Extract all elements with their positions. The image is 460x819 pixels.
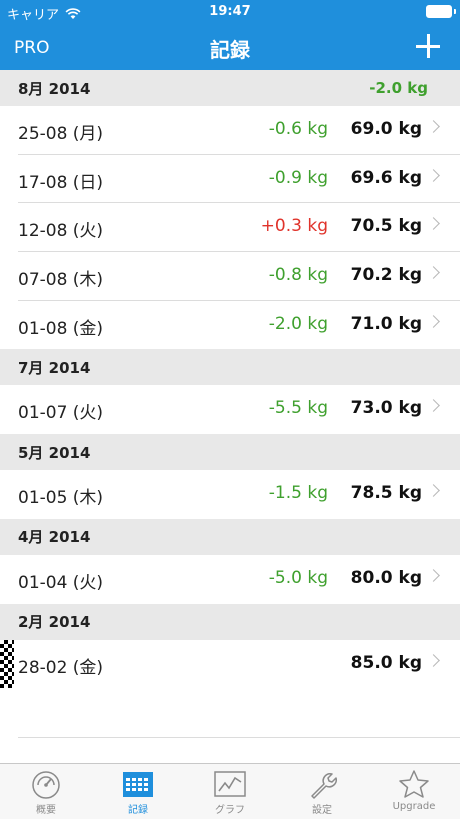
record-row[interactable]: 25-08 (月) -0.6 kg 69.0 kg	[0, 106, 460, 155]
record-date: 01-04 (火)	[18, 572, 104, 593]
tab-records[interactable]: 記録	[92, 764, 184, 819]
header: キャリア 19:47 PRO 記録	[0, 0, 460, 70]
record-weight: 69.6 kg	[350, 167, 422, 188]
section-title: 8月 2014	[18, 79, 91, 98]
divider	[18, 737, 460, 738]
record-date: 12-08 (火)	[18, 221, 104, 242]
record-date: 07-08 (木)	[18, 270, 104, 291]
wrench-icon	[311, 773, 337, 799]
chevron-right-icon	[427, 399, 440, 413]
record-date: 25-08 (月)	[18, 124, 104, 144]
section-delta: -2.0 kg	[369, 79, 428, 97]
chevron-right-icon	[427, 568, 440, 582]
record-row[interactable]: 07-08 (木) -0.8 kg 70.2 kg	[0, 252, 460, 301]
record-date: 28-02 (金)	[18, 657, 104, 678]
clock: 19:47	[209, 4, 251, 19]
status-bar: キャリア 19:47	[0, 0, 460, 24]
tab-graph[interactable]: グラフ	[184, 764, 276, 819]
record-date: 01-08 (金)	[18, 318, 104, 339]
record-row[interactable]: 12-08 (火) +0.3 kg 70.5 kg	[0, 203, 460, 253]
record-delta: -5.5 kg	[268, 398, 328, 419]
chevron-right-icon	[427, 484, 440, 497]
page-title: 記録	[210, 38, 250, 62]
graph-icon	[214, 771, 246, 797]
section-header: 4月 2014	[0, 518, 460, 555]
record-row[interactable]: 01-08 (金) -2.0 kg 71.0 kg	[0, 300, 460, 350]
star-icon	[399, 770, 429, 798]
tab-bar: 概要 記録 グラフ 設定 Upgrade	[0, 763, 460, 819]
tab-overview[interactable]: 概要	[0, 764, 92, 819]
record-delta: -0.6 kg	[268, 119, 328, 139]
start-flag-marker	[0, 639, 14, 688]
gauge-icon	[32, 771, 60, 799]
record-date: 01-07 (火)	[18, 403, 104, 424]
record-delta: -1.5 kg	[268, 483, 328, 504]
record-list: 8月 2014 -2.0 kg 25-08 (月) -0.6 kg 69.0 kg 17-…	[0, 70, 460, 689]
record-weight: 85.0 kg	[350, 652, 422, 673]
chevron-right-icon	[427, 266, 440, 279]
record-delta: -0.8 kg	[268, 265, 328, 286]
record-row[interactable]: 01-07 (火) -5.5 kg 73.0 kg	[0, 385, 460, 435]
section-title: 2月 2014	[18, 613, 91, 631]
chevron-right-icon	[427, 120, 440, 133]
section-header: 7月 2014	[0, 349, 460, 386]
record-weight: 70.2 kg	[350, 265, 422, 286]
tab-label-overview: 概要	[36, 805, 56, 816]
record-delta: -2.0 kg	[268, 313, 328, 334]
tab-label-graph: グラフ	[215, 805, 245, 816]
chevron-right-icon	[427, 168, 440, 182]
tab-label-upgrade: Upgrade	[392, 801, 436, 812]
tab-label-records: 記録	[128, 805, 148, 816]
section-title: 5月 2014	[18, 443, 91, 462]
add-icon[interactable]	[416, 34, 440, 58]
record-row[interactable]: 01-05 (木) -1.5 kg 78.5 kg	[0, 470, 460, 519]
record-weight: 73.0 kg	[350, 398, 422, 419]
section-header: 2月 2014	[0, 603, 460, 640]
tab-upgrade[interactable]: Upgrade	[368, 764, 460, 819]
chevron-right-icon	[427, 314, 440, 328]
record-delta: -5.0 kg	[268, 567, 328, 588]
record-weight: 71.0 kg	[350, 313, 422, 334]
record-date: 01-05 (木)	[18, 488, 104, 509]
section-header: 8月 2014 -2.0 kg	[0, 70, 460, 106]
record-row[interactable]: 28-02 (金) 85.0 kg	[0, 639, 460, 689]
record-row[interactable]: 01-04 (火) -5.0 kg 80.0 kg	[0, 554, 460, 604]
section-title: 4月 2014	[18, 528, 91, 547]
chevron-right-icon	[427, 653, 440, 667]
tab-label-settings: 設定	[312, 805, 332, 816]
record-weight: 69.0 kg	[350, 119, 422, 139]
battery-icon	[426, 5, 456, 18]
chevron-right-icon	[427, 217, 440, 231]
pro-button[interactable]: PRO	[14, 38, 49, 58]
record-delta: -0.9 kg	[268, 167, 328, 188]
record-delta: +0.3 kg	[260, 216, 328, 237]
calendar-icon	[123, 772, 153, 797]
record-row[interactable]: 17-08 (日) -0.9 kg 69.6 kg	[0, 154, 460, 204]
record-weight: 70.5 kg	[350, 216, 422, 237]
record-weight: 80.0 kg	[350, 567, 422, 588]
record-date: 17-08 (日)	[18, 172, 104, 193]
section-title: 7月 2014	[18, 358, 91, 377]
section-header: 5月 2014	[0, 434, 460, 471]
tab-settings[interactable]: 設定	[276, 764, 368, 819]
record-weight: 78.5 kg	[350, 483, 422, 504]
